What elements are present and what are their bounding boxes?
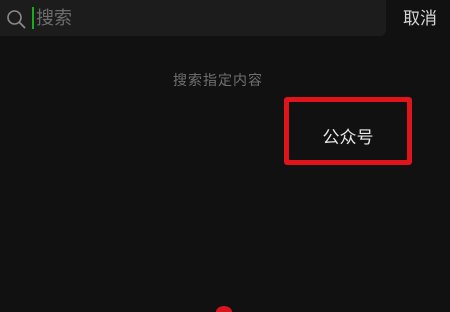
category-official-accounts[interactable]: 公众号: [289, 102, 407, 160]
search-icon: [6, 9, 26, 29]
cancel-button[interactable]: 取消: [398, 6, 442, 32]
red-dot-indicator: [216, 306, 232, 312]
search-input[interactable]: [36, 4, 366, 32]
search-screen: 取消 搜索指定内容 公众号: [0, 0, 450, 312]
text-cursor: [32, 7, 34, 29]
search-bar[interactable]: [0, 0, 386, 36]
search-hint-label: 搜索指定内容: [173, 73, 263, 89]
